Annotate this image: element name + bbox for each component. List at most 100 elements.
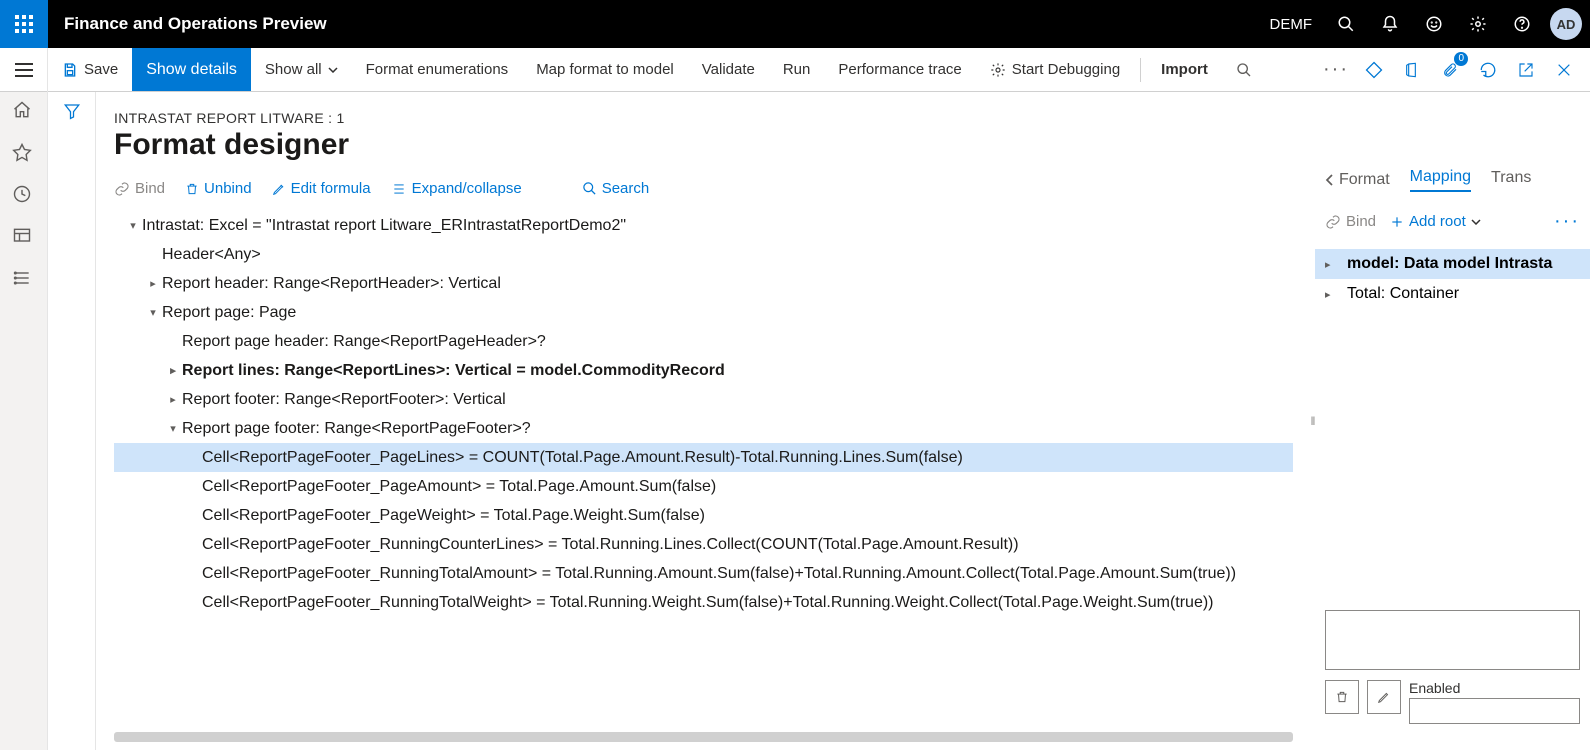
page-title: Format designer <box>114 128 1293 162</box>
right-overflow-icon[interactable]: ··· <box>1554 210 1580 233</box>
save-label: Save <box>84 61 118 78</box>
tree-row[interactable]: Report page header: Range<ReportPageHead… <box>114 327 1293 356</box>
caret-right-icon[interactable]: ▸ <box>1325 258 1339 271</box>
caret-right-icon[interactable]: ▸ <box>144 277 162 290</box>
tree-row[interactable]: Cell<ReportPageFooter_RunningCounterLine… <box>114 530 1293 559</box>
tree-row[interactable]: ▾Intrastat: Excel = "Intrastat report Li… <box>114 211 1293 240</box>
tree-label: Report lines: Range<ReportLines>: Vertic… <box>182 362 725 380</box>
validate-button[interactable]: Validate <box>688 48 769 91</box>
app-launcher[interactable] <box>0 0 48 48</box>
tree-row[interactable]: Cell<ReportPageFooter_RunningTotalWeight… <box>114 588 1293 617</box>
smile-icon[interactable] <box>1412 0 1456 48</box>
overflow-icon[interactable]: ··· <box>1322 56 1350 84</box>
office-icon[interactable] <box>1398 56 1426 84</box>
save-button[interactable]: Save <box>48 48 132 91</box>
mapping-tree-row[interactable]: ▸Total: Container <box>1315 279 1590 309</box>
workspace-icon[interactable] <box>12 226 36 250</box>
enabled-label: Enabled <box>1409 680 1580 696</box>
tree-label: Cell<ReportPageFooter_PageAmount> = Tota… <box>202 478 716 496</box>
mapping-tree[interactable]: ▸ model: Data model Intrasta ▸Total: Conta… <box>1315 249 1590 309</box>
tree-row[interactable]: ▸Report header: Range<ReportHeader>: Ver… <box>114 269 1293 298</box>
pencil-icon <box>272 182 286 196</box>
close-icon[interactable] <box>1550 56 1578 84</box>
edit-button[interactable] <box>1367 680 1401 714</box>
action-bar: Save Show details Show all Format enumer… <box>0 48 1590 92</box>
tree-row[interactable]: Cell<ReportPageFooter_PageLines> = COUNT… <box>114 443 1293 472</box>
tree-row[interactable]: ▾Report page footer: Range<ReportPageFoo… <box>114 414 1293 443</box>
tree-row[interactable]: ▸Report lines: Range<ReportLines>: Verti… <box>114 356 1293 385</box>
expand-collapse-button[interactable]: Expand/collapse <box>391 180 522 197</box>
left-rail <box>0 92 48 750</box>
right-bind-button[interactable]: Bind <box>1325 213 1376 230</box>
filter-icon[interactable] <box>63 102 81 750</box>
back-button[interactable]: Format <box>1325 171 1390 189</box>
mapping-panel: Format Mapping Trans Bind Add root ··· ▸ <box>1315 92 1590 750</box>
unbind-button[interactable]: Unbind <box>185 180 252 197</box>
command-search[interactable] <box>1222 48 1266 91</box>
caret-right-icon[interactable]: ▸ <box>1325 288 1339 301</box>
debug-icon <box>990 62 1006 78</box>
caret-down-icon[interactable]: ▾ <box>164 422 182 435</box>
header-tools: DEMF AD <box>1258 0 1590 48</box>
search-icon <box>582 181 597 196</box>
edit-formula-button[interactable]: Edit formula <box>272 180 371 197</box>
mapping-tree-row[interactable]: ▸ model: Data model Intrasta <box>1315 249 1590 279</box>
start-debugging-button[interactable]: Start Debugging <box>976 48 1134 91</box>
tab-mapping[interactable]: Mapping <box>1410 168 1471 192</box>
avatar[interactable]: AD <box>1550 8 1582 40</box>
caret-down-icon[interactable]: ▾ <box>124 219 142 232</box>
hamburger-icon[interactable] <box>0 48 48 92</box>
recent-icon[interactable] <box>12 184 36 208</box>
format-enumerations-button[interactable]: Format enumerations <box>352 48 523 91</box>
popout-icon[interactable] <box>1512 56 1540 84</box>
tree-label: Header<Any> <box>162 246 261 264</box>
tab-transformations[interactable]: Trans <box>1491 169 1531 191</box>
tree-row[interactable]: Cell<ReportPageFooter_PageAmount> = Tota… <box>114 472 1293 501</box>
tree-row[interactable]: ▸Report footer: Range<ReportFooter>: Ver… <box>114 385 1293 414</box>
gear-icon[interactable] <box>1456 0 1500 48</box>
show-details-button[interactable]: Show details <box>132 48 251 91</box>
waffle-icon <box>15 15 33 33</box>
map-format-to-model-button[interactable]: Map format to model <box>522 48 688 91</box>
refresh-icon[interactable] <box>1474 56 1502 84</box>
tree-label: Cell<ReportPageFooter_RunningTotalAmount… <box>202 565 1236 583</box>
search-icon <box>1236 62 1252 78</box>
home-icon[interactable] <box>12 100 36 124</box>
tenant-label: DEMF <box>1258 16 1325 33</box>
diamond-icon[interactable] <box>1360 56 1388 84</box>
caret-right-icon[interactable]: ▸ <box>164 393 182 406</box>
mapping-label: model: Data model Intrasta <box>1347 255 1552 273</box>
formula-input[interactable] <box>1325 610 1580 670</box>
run-button[interactable]: Run <box>769 48 825 91</box>
bind-button[interactable]: Bind <box>114 180 165 197</box>
modules-icon[interactable] <box>12 268 36 292</box>
performance-trace-button[interactable]: Performance trace <box>824 48 975 91</box>
tree-row[interactable]: Header<Any> <box>114 240 1293 269</box>
add-root-button[interactable]: Add root <box>1390 213 1481 230</box>
caret-down-icon[interactable]: ▾ <box>144 306 162 319</box>
help-icon[interactable] <box>1500 0 1544 48</box>
enabled-input[interactable] <box>1409 698 1580 724</box>
caret-right-icon[interactable]: ▸ <box>164 364 182 377</box>
tree-search-button[interactable]: Search <box>582 180 650 197</box>
tree-row[interactable]: Cell<ReportPageFooter_RunningTotalAmount… <box>114 559 1293 588</box>
breadcrumb: INTRASTAT REPORT LITWARE : 1 <box>114 110 1293 126</box>
format-tree[interactable]: ▾Intrastat: Excel = "Intrastat report Li… <box>114 211 1293 617</box>
attachment-icon[interactable]: 0 <box>1436 56 1464 84</box>
show-all-button[interactable]: Show all <box>251 48 352 91</box>
bell-icon[interactable] <box>1368 0 1412 48</box>
plus-icon <box>1390 215 1404 229</box>
tree-row[interactable]: ▾Report page: Page <box>114 298 1293 327</box>
star-icon[interactable] <box>12 142 36 166</box>
trash-icon <box>1335 689 1349 705</box>
tree-row[interactable]: Cell<ReportPageFooter_PageWeight> = Tota… <box>114 501 1293 530</box>
chevron-down-icon <box>328 67 338 73</box>
tree-label: Report page: Page <box>162 304 296 322</box>
horizontal-scrollbar[interactable] <box>114 732 1293 742</box>
divider <box>1140 58 1141 82</box>
link-icon <box>114 181 130 197</box>
tree-label: Report page footer: Range<ReportPageFoot… <box>182 420 531 438</box>
delete-button[interactable] <box>1325 680 1359 714</box>
import-button[interactable]: Import <box>1147 48 1222 91</box>
search-icon[interactable] <box>1324 0 1368 48</box>
